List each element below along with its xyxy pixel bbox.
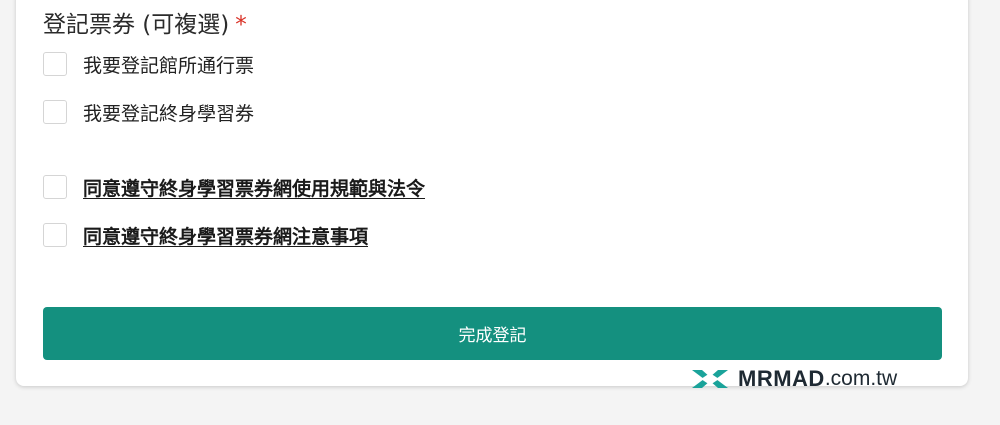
option-museum-pass[interactable]: 我要登記館所通行票	[43, 51, 254, 77]
section-title: 登記票券 (可複選) *	[43, 8, 247, 42]
required-asterisk: *	[235, 12, 247, 38]
learning-voucher-label[interactable]: 我要登記終身學習券	[83, 99, 254, 126]
notices-checkbox[interactable]	[43, 223, 67, 247]
submit-button[interactable]: 完成登記	[43, 307, 942, 360]
agreement-terms[interactable]: 同意遵守終身學習票券網使用規範與法令	[43, 174, 425, 200]
watermark-domain: .com.tw	[824, 367, 898, 390]
museum-pass-checkbox[interactable]	[43, 52, 67, 76]
watermark-brand: MRMAD	[738, 366, 825, 391]
section-title-text: 登記票券 (可複選)	[43, 12, 230, 38]
notices-link[interactable]: 同意遵守終身學習票券網注意事項	[83, 222, 368, 249]
museum-pass-label[interactable]: 我要登記館所通行票	[83, 51, 254, 78]
mrmad-logo-icon	[692, 370, 728, 388]
terms-checkbox[interactable]	[43, 175, 67, 199]
terms-link[interactable]: 同意遵守終身學習票券網使用規範與法令	[83, 174, 425, 201]
watermark: MRMAD .com.tw	[690, 364, 897, 394]
agreement-notices[interactable]: 同意遵守終身學習票券網注意事項	[43, 222, 368, 248]
option-learning-voucher[interactable]: 我要登記終身學習券	[43, 99, 254, 125]
learning-voucher-checkbox[interactable]	[43, 100, 67, 124]
